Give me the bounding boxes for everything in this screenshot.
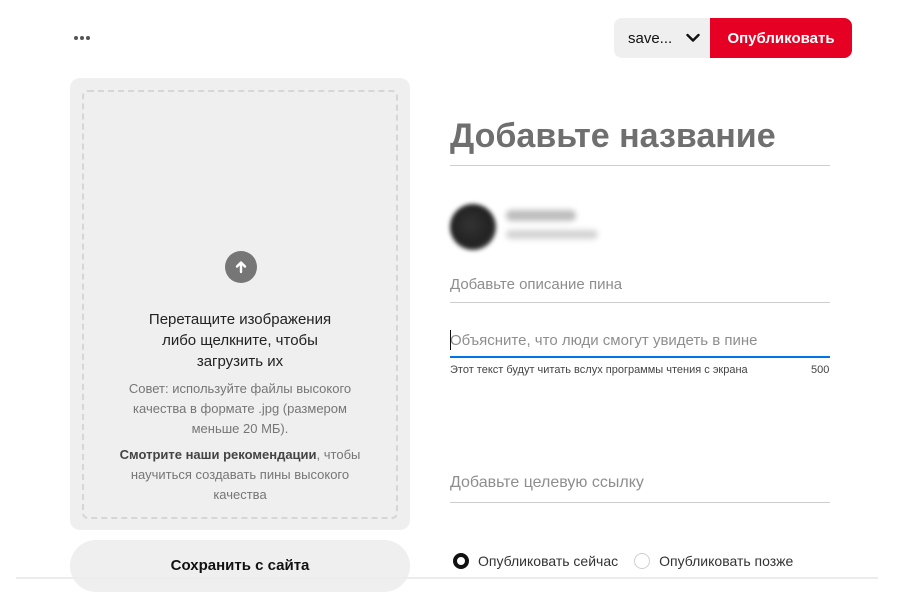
dropzone-line: загрузить их: [196, 353, 284, 370]
ellipsis-icon: [74, 36, 90, 40]
tip-line: качества в формате .jpg (размером: [133, 401, 347, 416]
alt-text-placeholder: Объясните, что люди смогут увидеть в пин…: [450, 332, 758, 349]
divider: [16, 577, 878, 579]
upload-panel: Перетащите изображения либо щелкните, чт…: [70, 78, 410, 530]
publish-button[interactable]: Опубликовать: [710, 18, 852, 58]
arrow-up-circle-icon: [225, 251, 257, 283]
image-dropzone[interactable]: Перетащите изображения либо щелкните, чт…: [82, 90, 398, 519]
publish-now-label: Опубликовать сейчас: [478, 553, 619, 569]
reco-text: , чтобы: [316, 447, 361, 462]
alt-text-counter: 500: [811, 364, 830, 376]
recommendations-link[interactable]: Смотрите наши рекомендации: [120, 447, 317, 462]
dropzone-recommendations: Смотрите наши рекомендации, чтобы научит…: [84, 445, 396, 505]
dropzone-line: либо щелкните, чтобы: [162, 332, 318, 349]
dropzone-instructions: Перетащите изображения либо щелкните, чт…: [84, 309, 396, 372]
publish-later-label: Опубликовать позже: [659, 553, 794, 569]
reco-line: научиться создавать пины высокого: [130, 467, 350, 482]
radio-selected-icon: [453, 553, 469, 569]
more-options-button[interactable]: [70, 28, 94, 48]
destination-link-input[interactable]: Добавьте целевую ссылку: [450, 468, 830, 503]
dropzone-line: Перетащите изображения: [148, 311, 332, 328]
radio-unselected-icon: [634, 553, 651, 569]
board-select[interactable]: save...: [614, 18, 710, 58]
reco-line: качества: [213, 487, 267, 502]
title-input[interactable]: Добавьте название: [450, 112, 830, 166]
publish-options: Опубликовать сейчас Опубликовать позже: [453, 553, 793, 569]
publish-later-radio[interactable]: Опубликовать позже: [634, 553, 793, 569]
dropzone-tip: Совет: используйте файлы высокого качест…: [84, 379, 396, 439]
save-from-site-button[interactable]: Сохранить с сайта: [70, 540, 410, 592]
alt-text-hint: Этот текст будут читать вслух программы …: [450, 364, 748, 376]
tip-line: Совет: используйте файлы высокого: [128, 381, 352, 396]
top-actions: save... Опубликовать: [614, 18, 852, 58]
publish-now-radio[interactable]: Опубликовать сейчас: [453, 553, 618, 569]
user-followers-blurred: [506, 230, 598, 239]
user-name-blurred: [506, 210, 576, 221]
description-input[interactable]: Добавьте описание пина: [450, 270, 830, 303]
chevron-down-icon: [686, 31, 700, 45]
user-info: [442, 196, 612, 256]
tip-line: меньше 20 МБ).: [191, 421, 289, 436]
text-caret: [450, 330, 451, 350]
alt-text-input[interactable]: Объясните, что люди смогут увидеть в пин…: [450, 327, 830, 358]
avatar: [450, 204, 496, 250]
board-select-value: save...: [628, 29, 673, 47]
